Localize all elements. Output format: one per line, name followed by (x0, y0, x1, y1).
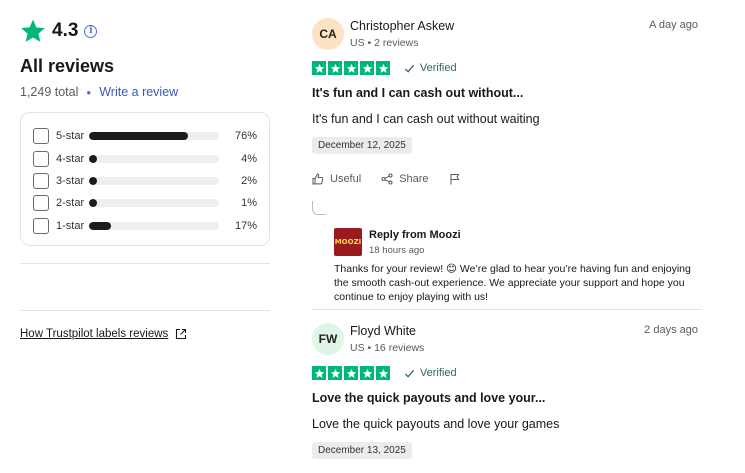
distribution-bar-fill (89, 176, 97, 185)
experience-date: December 12, 2025 (312, 137, 412, 154)
reply-connector (312, 201, 326, 215)
divider (20, 263, 270, 264)
star-icon (327, 61, 343, 76)
star-icon (375, 366, 391, 381)
filter-checkbox[interactable] (33, 128, 49, 145)
distribution-bar-fill (89, 132, 188, 141)
star-icon (375, 61, 391, 76)
checkmark-icon (404, 369, 415, 378)
distribution-bar-fill (89, 221, 111, 230)
distribution-label: 2-star (56, 197, 85, 210)
distribution-label: 3-star (56, 174, 85, 187)
review-stars: Verified (312, 61, 457, 76)
distribution-row-2[interactable]: 2-star 1% (33, 192, 257, 214)
company-logo: MOOZI (334, 228, 362, 256)
distribution-label: 1-star (56, 219, 85, 232)
company-reply: MOOZI Reply from Moozi 18 hours ago Than… (312, 201, 702, 305)
distribution-bar (89, 199, 219, 208)
distribution-bar (89, 132, 219, 141)
review-totals: 1,249 total ● Write a review (20, 85, 178, 99)
write-review-link[interactable]: Write a review (99, 85, 178, 99)
distribution-percent: 1% (241, 197, 257, 210)
distribution-bar-fill (89, 154, 97, 163)
external-link-icon (176, 328, 187, 340)
review-title[interactable]: Love the quick payouts and love your... (312, 391, 545, 405)
review-card: FW Floyd White US • 16 reviews 2 days ag… (312, 323, 702, 473)
star-icon (312, 61, 327, 76)
avatar[interactable]: CA (312, 18, 344, 50)
filter-checkbox[interactable] (33, 150, 49, 167)
distribution-row-4[interactable]: 4-star 4% (33, 147, 257, 169)
reply-time: 18 hours ago (369, 245, 425, 256)
distribution-bar (89, 154, 219, 163)
star-icon (327, 366, 343, 381)
rating-header: 4.3 i (20, 18, 98, 44)
reply-title: Reply from Moozi (369, 229, 461, 241)
review-actions: Useful Share (312, 173, 481, 185)
distribution-label: 4-star (56, 152, 85, 165)
checkmark-icon (404, 64, 415, 73)
star-icon (21, 19, 45, 42)
star-icon (312, 366, 327, 381)
info-icon[interactable]: i (84, 24, 98, 38)
reviewer-name[interactable]: Christopher Askew (350, 19, 454, 33)
star-icon (343, 61, 359, 76)
thumbs-up-icon (312, 173, 324, 185)
review-relative-date: 2 days ago (644, 324, 698, 336)
report-button[interactable] (449, 173, 461, 185)
distribution-percent: 76% (234, 130, 257, 143)
review-stars: Verified (312, 366, 457, 381)
all-reviews-heading: All reviews (20, 56, 115, 76)
star-icon (343, 366, 359, 381)
reviewer-meta: US • 2 reviews (350, 37, 419, 49)
star-distribution: 5-star 76% 4-star 4% 3-star 2% 2-star 1%… (20, 112, 270, 246)
distribution-bar-fill (89, 199, 97, 208)
share-icon (381, 173, 393, 185)
verified-badge[interactable]: Verified (404, 367, 457, 379)
useful-label: Useful (330, 173, 362, 185)
distribution-percent: 17% (234, 219, 257, 232)
experience-date: December 13, 2025 (312, 442, 412, 459)
distribution-percent: 4% (241, 152, 257, 165)
divider (312, 309, 702, 310)
reviewer-name[interactable]: Floyd White (350, 324, 416, 338)
distribution-bar (89, 221, 219, 230)
reviewer-meta: US • 16 reviews (350, 342, 425, 354)
review-title[interactable]: It's fun and I can cash out without... (312, 86, 523, 100)
distribution-bar (89, 176, 219, 185)
flag-icon (450, 174, 459, 185)
labels-info-link-text[interactable]: How Trustpilot labels reviews (20, 328, 168, 340)
filter-checkbox[interactable] (33, 172, 49, 189)
useful-button[interactable]: Useful (312, 173, 361, 185)
verified-label: Verified (419, 62, 457, 75)
share-label: Share (399, 173, 429, 185)
review-card: CA Christopher Askew US • 2 reviews A da… (312, 18, 702, 308)
rating-value: 4.3 (52, 20, 79, 41)
reply-text: Thanks for your review! 😊 We’re glad to … (334, 263, 691, 303)
distribution-label: 5-star (56, 130, 85, 143)
verified-badge[interactable]: Verified (404, 62, 457, 74)
separator-dot: ● (86, 87, 92, 97)
total-count: 1,249 total (20, 85, 79, 99)
review-body: Love the quick payouts and love your gam… (312, 417, 560, 431)
share-button[interactable]: Share (381, 173, 429, 185)
review-relative-date: A day ago (649, 19, 698, 31)
distribution-row-1[interactable]: 1-star 17% (33, 215, 257, 237)
star-icon (359, 366, 375, 381)
verified-label: Verified (419, 367, 457, 380)
filter-checkbox[interactable] (33, 195, 49, 212)
distribution-row-3[interactable]: 3-star 2% (33, 170, 257, 192)
filter-checkbox[interactable] (33, 217, 49, 234)
distribution-row-5[interactable]: 5-star 76% (33, 125, 257, 147)
divider (20, 310, 270, 311)
distribution-percent: 2% (241, 174, 257, 187)
labels-info-link[interactable]: How Trustpilot labels reviews (20, 328, 187, 340)
avatar[interactable]: FW (312, 323, 344, 355)
star-icon (359, 61, 375, 76)
review-body: It's fun and I can cash out without wait… (312, 112, 540, 126)
